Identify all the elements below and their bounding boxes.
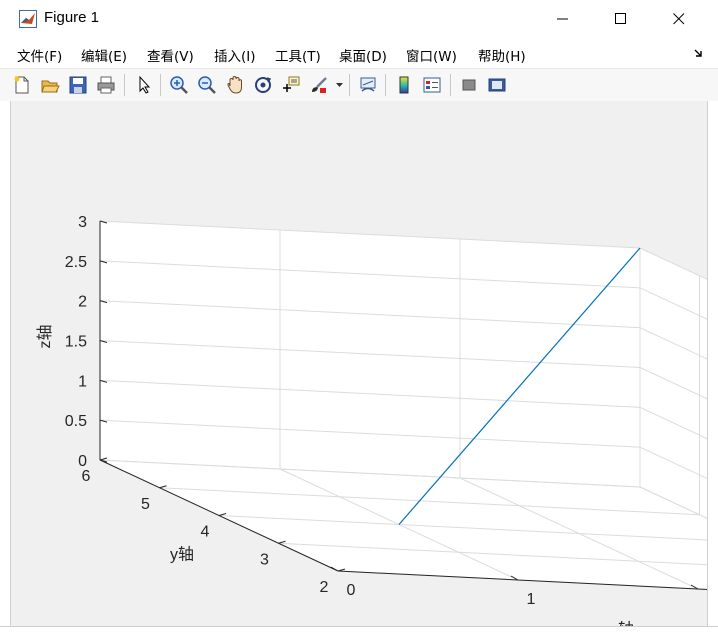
data-cursor-icon (283, 76, 300, 92)
y-axis-label: y轴 (170, 546, 194, 564)
z-tick-label: 3 (78, 214, 87, 231)
menu-expand-icon[interactable] (694, 48, 704, 58)
z-tick-label: 0.5 (65, 413, 87, 430)
menu-tools[interactable]: 工具(T) (275, 45, 321, 65)
z-axis-label: z轴 (36, 324, 54, 348)
legend-button[interactable] (420, 73, 444, 97)
close-button[interactable] (650, 0, 708, 38)
close-icon (673, 13, 685, 25)
figure-toolbar (0, 68, 718, 102)
z-tick-label: 1.5 (65, 334, 87, 351)
menu-desktop[interactable]: 桌面(D) (339, 45, 387, 65)
print-icon (97, 76, 115, 94)
brush-icon (312, 77, 327, 93)
axes-panes (100, 221, 708, 590)
matlab-logo-icon (19, 10, 37, 28)
rotate-3d-button[interactable] (251, 73, 275, 97)
zoom-in-icon (170, 76, 188, 94)
window-title: Figure 1 (44, 9, 100, 26)
menu-view[interactable]: 查看(V) (147, 45, 194, 65)
window-border-right (707, 101, 718, 636)
hide-plot-tools-icon (462, 79, 476, 91)
pan-button[interactable] (223, 73, 247, 97)
colorbar-icon (399, 76, 409, 94)
save-icon (69, 76, 87, 94)
maximize-icon (615, 13, 626, 24)
rotate-3d-icon (255, 77, 272, 93)
z-tick-label: 2 (78, 294, 87, 311)
show-plot-tools-icon (488, 78, 506, 92)
menu-window[interactable]: 窗口(W) (406, 45, 457, 65)
minimize-button[interactable] (534, 0, 592, 38)
brush-button[interactable] (307, 73, 331, 97)
y-tick-label: 5 (141, 496, 150, 513)
z-tick-label: 2.5 (65, 254, 87, 271)
title-bar[interactable]: Figure 1 (0, 0, 718, 38)
y-tick-label: 2 (320, 579, 329, 596)
save-button[interactable] (66, 73, 90, 97)
brush-dropdown-icon[interactable] (336, 83, 343, 88)
new-figure-icon (14, 76, 29, 94)
data-cursor-button[interactable] (279, 73, 303, 97)
menu-insert[interactable]: 插入(I) (214, 45, 256, 65)
link-plot-button[interactable] (356, 73, 380, 97)
print-button[interactable] (94, 73, 118, 97)
colorbar-button[interactable] (392, 73, 416, 97)
pan-hand-icon (227, 75, 242, 94)
menu-bar: 文件(F) 编辑(E) 查看(V) 插入(I) 工具(T) 桌面(D) 窗口(W… (0, 38, 718, 68)
link-plot-icon (360, 77, 376, 92)
minimize-icon (557, 18, 568, 20)
window-border-bottom (0, 626, 718, 637)
y-tick-label: 4 (201, 524, 210, 541)
x-tick-label: 1 (527, 591, 536, 608)
open-file-button[interactable] (38, 73, 62, 97)
figure-window: Figure 1 文件(F) 编辑(E) 查看(V) 插入(I) 工具(T) 桌… (0, 0, 718, 637)
plot-3d-axes[interactable]: 01232345600.511.522.53x轴y轴z轴 (10, 101, 708, 626)
figure-canvas[interactable]: 01232345600.511.522.53x轴y轴z轴 (10, 101, 708, 626)
legend-icon (423, 77, 441, 93)
menu-file[interactable]: 文件(F) (17, 45, 62, 65)
menu-edit[interactable]: 编辑(E) (81, 45, 127, 65)
x-tick-label: 0 (347, 582, 356, 599)
new-figure-button[interactable] (10, 73, 34, 97)
y-tick-label: 3 (260, 551, 269, 568)
zoom-out-icon (198, 76, 216, 94)
hide-plot-tools-button[interactable] (457, 73, 481, 97)
y-tick-label: 6 (82, 468, 91, 485)
open-file-icon (41, 80, 60, 93)
select-arrow-button[interactable] (132, 73, 156, 97)
zoom-in-button[interactable] (167, 73, 191, 97)
maximize-button[interactable] (592, 0, 650, 38)
select-arrow-icon (139, 75, 151, 94)
show-plot-tools-button[interactable] (485, 73, 509, 97)
menu-help[interactable]: 帮助(H) (478, 45, 526, 65)
zoom-out-button[interactable] (195, 73, 219, 97)
z-tick-label: 1 (78, 373, 87, 390)
window-border-left (0, 101, 11, 636)
z-tick-label: 0 (78, 453, 87, 470)
